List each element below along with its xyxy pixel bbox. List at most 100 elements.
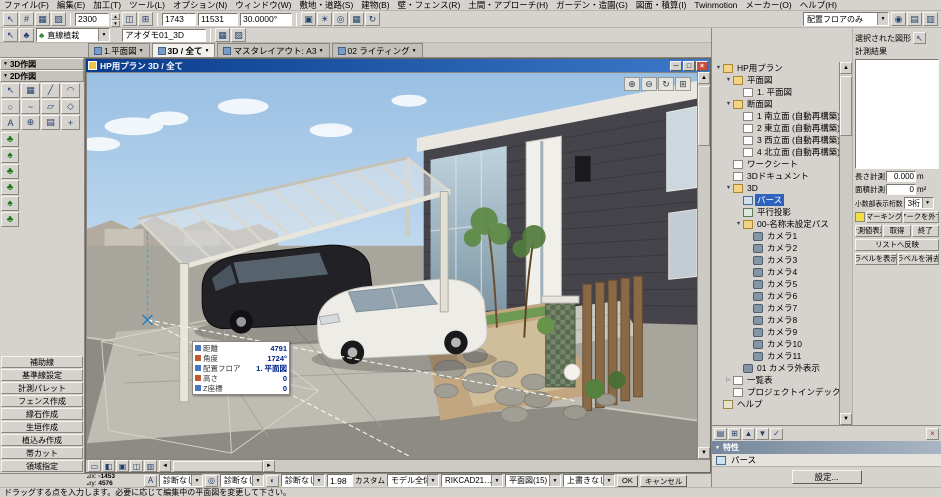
tree-expand-arrow[interactable]: ▷ xyxy=(724,377,733,383)
toolbar-icon[interactable]: ⊞ xyxy=(138,12,153,26)
display-mode-icon[interactable]: ◫ xyxy=(130,460,143,472)
draw-tool-icon[interactable]: ╱ xyxy=(41,83,60,98)
diagnosis-dropdown-2[interactable]: 診断なし▼ xyxy=(220,474,264,487)
tree-item[interactable]: プロジェクトインデックス xyxy=(712,386,839,398)
menu-item[interactable]: ヘルプ(H) xyxy=(796,0,841,11)
tree-expand-arrow[interactable]: ▼ xyxy=(724,77,733,83)
scroll-down-button[interactable]: ▼ xyxy=(840,413,852,425)
tree-item[interactable]: ▷ 一覧表 xyxy=(712,374,839,386)
tree-item[interactable]: カメラ6 xyxy=(712,290,839,302)
spin-up-icon[interactable]: ▲ xyxy=(111,13,120,20)
measure-result-list[interactable] xyxy=(855,59,939,169)
scroll-left-button[interactable]: ◄ xyxy=(159,460,171,472)
scroll-up-button[interactable]: ▲ xyxy=(698,72,710,84)
tree-scrollbar[interactable]: ▲ ▼ xyxy=(839,62,852,425)
palette-button[interactable]: 基準線設定 xyxy=(1,369,83,381)
draw-tool-icon[interactable]: ⊕ xyxy=(21,115,40,130)
floor-filter-dropdown[interactable]: 配置フロアのみ▼ xyxy=(803,12,889,26)
settings-button[interactable]: 設定... xyxy=(792,470,862,484)
scroll-up-button[interactable]: ▲ xyxy=(840,62,852,74)
draw-tool-icon[interactable]: ↖ xyxy=(1,83,20,98)
section-3d-header[interactable]: ▼3D作図 xyxy=(0,58,84,70)
finish-button[interactable]: 終了 xyxy=(912,225,939,237)
clear-label-button[interactable]: ラベルを消去 xyxy=(898,253,940,265)
length1-input[interactable] xyxy=(162,13,196,26)
menu-item[interactable]: ファイル(F) xyxy=(0,0,53,11)
menu-item[interactable]: ガーデン・造園(G) xyxy=(552,0,632,11)
cancel-button[interactable]: キャンセル xyxy=(640,475,688,487)
tree-item[interactable]: ▼ 断面図 xyxy=(712,98,839,110)
tree-expand-arrow[interactable]: ▼ xyxy=(714,65,723,71)
draw-tool-icon[interactable]: ○ xyxy=(1,99,20,114)
plant-tool-icon[interactable]: ♣ xyxy=(1,180,19,195)
menu-item[interactable]: 建物(B) xyxy=(357,0,393,11)
ok-button[interactable]: OK xyxy=(617,475,638,487)
view-nav-icon[interactable]: ⊕ xyxy=(624,77,640,91)
toolbar-icon[interactable]: ▧ xyxy=(231,28,246,42)
menu-item[interactable]: ウィンドウ(W) xyxy=(231,0,295,11)
toolbar-icon[interactable]: ▤ xyxy=(907,12,922,26)
view-tab[interactable]: 3D / 全て ▼ xyxy=(152,43,216,57)
toolbar-icon[interactable]: # xyxy=(19,12,34,26)
tree-item[interactable]: 2 東立面 (自動再構築) xyxy=(712,122,839,134)
tree-item[interactable]: 1 南立面 (自動再構築) xyxy=(712,110,839,122)
palette-button[interactable]: 縁石作成 xyxy=(1,408,83,420)
menu-item[interactable]: 敷地・道路(S) xyxy=(295,0,357,11)
tree-item[interactable]: 3 西立面 (自動再構築) xyxy=(712,134,839,146)
toolbar-icon[interactable]: ☀ xyxy=(317,12,332,26)
maximize-button[interactable]: □ xyxy=(683,61,695,71)
plant-preset-dropdown[interactable]: ♣直線植栽▼ xyxy=(36,28,110,42)
tree-item[interactable]: カメラ2 xyxy=(712,242,839,254)
tree-item[interactable]: カメラ9 xyxy=(712,326,839,338)
toolbar-icon[interactable]: ▦ xyxy=(35,12,50,26)
close-icon[interactable]: × xyxy=(926,428,939,440)
layer-set-dropdown[interactable]: RIKCAD21…▼ xyxy=(441,474,503,487)
toolbar-icon[interactable]: ▦ xyxy=(349,12,364,26)
display-mode-icon[interactable]: ▣ xyxy=(116,460,129,472)
draw-tool-icon[interactable]: + xyxy=(61,115,80,130)
zoom-scale-input[interactable] xyxy=(327,474,353,487)
toolbar-icon[interactable]: ▦ xyxy=(215,28,230,42)
menu-item[interactable]: 加工(T) xyxy=(89,0,125,11)
draw-tool-icon[interactable]: ◠ xyxy=(61,83,80,98)
properties-tool-icon[interactable]: ▲ xyxy=(742,428,755,440)
toolbar-icon[interactable]: ▥ xyxy=(923,12,938,26)
diagnosis-dropdown-3[interactable]: 診断なし▼ xyxy=(281,474,325,487)
tree-item[interactable]: ▼ 00-名称未設定パス xyxy=(712,218,839,230)
properties-tool-icon[interactable]: ▤ xyxy=(714,428,727,440)
horizontal-scrollbar[interactable]: ◄ ► xyxy=(159,460,710,473)
diagnosis-dropdown-1[interactable]: 診断なし▼ xyxy=(159,474,203,487)
angle-input[interactable] xyxy=(240,13,292,26)
tree-item[interactable]: カメラ5 xyxy=(712,278,839,290)
view-nav-icon[interactable]: ⊖ xyxy=(641,77,657,91)
tree-expand-arrow[interactable]: ▼ xyxy=(734,221,743,227)
shadow-icon[interactable]: ◐ xyxy=(266,475,279,487)
display-mode-icon[interactable]: ▭ xyxy=(88,460,101,472)
tree-item[interactable]: カメラ11 xyxy=(712,350,839,362)
decimals-dropdown[interactable]: 3桁▼ xyxy=(904,197,934,209)
properties-header[interactable]: ▼ 特性 xyxy=(712,441,941,454)
plant-tool-icon[interactable]: ♣ xyxy=(1,164,19,179)
menu-item[interactable]: 土間・アプローチ(H) xyxy=(464,0,552,11)
scroll-down-button[interactable]: ▼ xyxy=(698,447,710,459)
plant-tool-icon[interactable]: ♣ xyxy=(1,132,19,147)
toolbar-icon[interactable]: ♣ xyxy=(19,28,34,42)
menu-item[interactable]: 編集(E) xyxy=(53,0,89,11)
render-icon[interactable]: ◎ xyxy=(205,475,218,487)
view-nav-icon[interactable]: ⊞ xyxy=(675,77,691,91)
floor-dropdown[interactable]: 平面図(15)▼ xyxy=(505,474,561,487)
spin-down-icon[interactable]: ▼ xyxy=(111,20,120,27)
close-button[interactable]: × xyxy=(696,61,708,71)
toolbar-icon[interactable]: ▣ xyxy=(301,12,316,26)
pen-override-dropdown[interactable]: 上書きなし▼ xyxy=(563,474,615,487)
tree-item[interactable]: カメラ8 xyxy=(712,314,839,326)
draw-tool-icon[interactable]: A xyxy=(1,115,20,130)
palette-button[interactable]: 領域指定 xyxy=(1,460,83,472)
menu-item[interactable]: Twinmotion xyxy=(690,0,741,10)
tree-item[interactable]: カメラ7 xyxy=(712,302,839,314)
plant-tool-icon[interactable]: ♠ xyxy=(1,148,19,163)
draw-tool-icon[interactable]: ▤ xyxy=(41,115,60,130)
show-label-button[interactable]: ラベルを表示 xyxy=(855,253,897,265)
toolbar-icon[interactable]: ↻ xyxy=(365,12,380,26)
tree-item[interactable]: ▼ 平面図 xyxy=(712,74,839,86)
